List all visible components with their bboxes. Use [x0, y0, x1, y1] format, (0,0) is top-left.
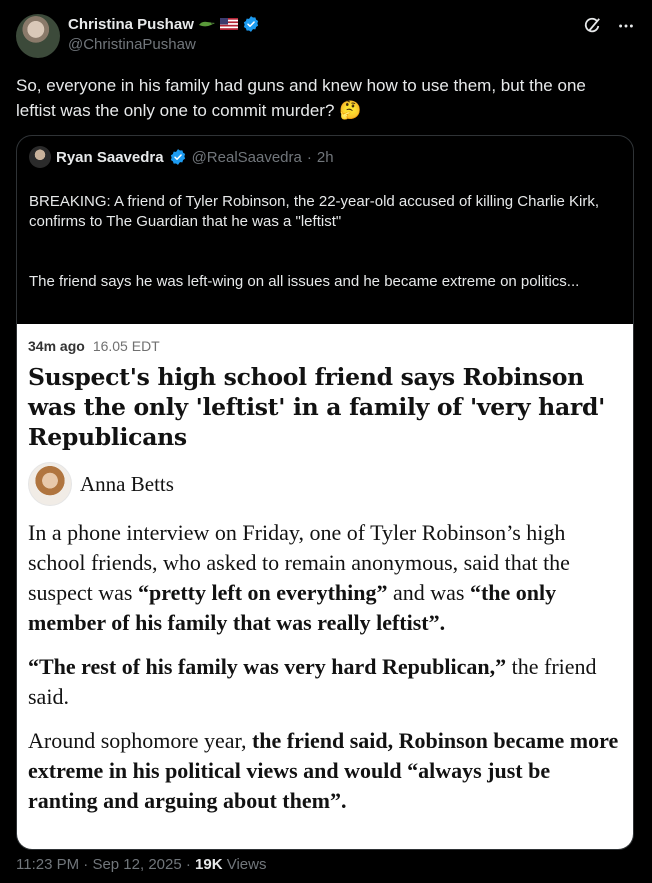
verified-badge-icon [170, 149, 185, 165]
article-screenshot-image[interactable]: 34m ago 16.05 EDT Suspect's high school … [17, 324, 633, 849]
tweet-date[interactable]: Sep 12, 2025 [92, 856, 181, 873]
article-paragraph: In a phone interview on Friday, one of T… [28, 518, 621, 638]
article-byline: Anna Betts [28, 462, 621, 506]
article-bold-text: “The rest of his family was very hard Re… [28, 654, 507, 679]
byline-name: Anna Betts [80, 471, 174, 496]
byline-avatar [28, 462, 72, 506]
article-paragraph: Around sophomore year, the friend said, … [28, 726, 621, 816]
author-handle[interactable]: @ChristinaPushaw [68, 36, 260, 53]
more-icon[interactable] [616, 16, 636, 36]
footer-separator: · [181, 856, 196, 873]
article-ago: 34m ago [28, 338, 85, 354]
thinking-face-emoji: 🤔 [339, 100, 362, 120]
us-flag-emoji-icon [219, 18, 238, 30]
quoted-tweet[interactable]: Ryan Saavedra @RealSaavedra · 2h BREAKIN… [16, 135, 634, 850]
article-text: and was [387, 580, 470, 605]
quoted-author-name: Ryan Saavedra [56, 148, 164, 166]
grok-icon[interactable] [582, 16, 602, 36]
header-actions [582, 14, 636, 36]
views-count: 19K [195, 856, 223, 873]
footer-separator: · [79, 856, 93, 873]
verified-badge-icon[interactable] [242, 15, 260, 33]
quoted-author-handle: @RealSaavedra [191, 148, 302, 166]
tweet-footer: 11:23 PM · Sep 12, 2025 · 19K Views [16, 856, 266, 873]
author-name-row: Christina Pushaw [68, 14, 260, 34]
quoted-tweet-header: Ryan Saavedra @RealSaavedra · 2h [17, 136, 633, 168]
quoted-paragraph: BREAKING: A friend of Tyler Robinson, th… [29, 193, 599, 230]
author-display-name[interactable]: Christina Pushaw [68, 16, 194, 33]
tweet-body: So, everyone in his family had guns and … [16, 76, 586, 120]
quoted-paragraph: The friend says he was left-wing on all … [29, 273, 580, 290]
article-paragraph: “The rest of his family was very hard Re… [28, 652, 621, 712]
tweet-time[interactable]: 11:23 PM [16, 856, 79, 873]
quoted-time: 2h [316, 148, 334, 166]
article-headline: Suspect's high school friend says Robins… [28, 363, 605, 451]
article-meta: 34m ago 16.05 EDT [28, 338, 621, 354]
article-body: In a phone interview on Friday, one of T… [28, 518, 621, 816]
views-label: Views [222, 856, 267, 873]
quoted-author-avatar [29, 146, 51, 168]
tweet-text: So, everyone in his family had guns and … [16, 74, 626, 123]
article-time: 16.05 EDT [92, 338, 160, 354]
author-avatar[interactable] [16, 14, 60, 58]
article-bold-text: “pretty left on everything” [137, 580, 388, 605]
quoted-tweet-text: BREAKING: A friend of Tyler Robinson, th… [17, 166, 633, 324]
quoted-separator: · [306, 148, 312, 166]
crocodile-emoji-icon [198, 21, 215, 27]
tweet-header: Christina Pushaw @ChristinaPushaw [16, 14, 636, 60]
article-text: Around sophomore year, [28, 728, 252, 753]
tweet: Christina Pushaw @ChristinaPushaw So, ev… [0, 0, 652, 883]
author-names: Christina Pushaw @ChristinaPushaw [68, 14, 260, 53]
